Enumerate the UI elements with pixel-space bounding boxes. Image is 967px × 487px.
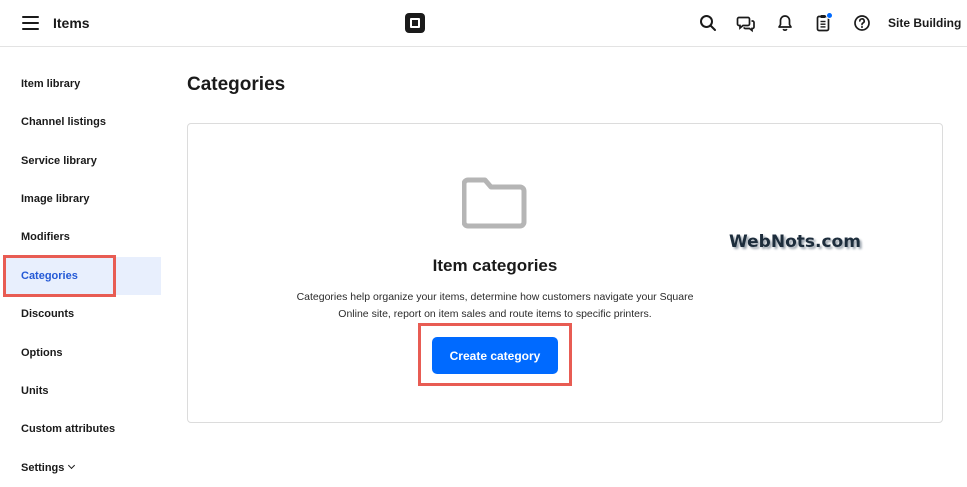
clipboard-icon[interactable] — [813, 12, 833, 33]
sidebar-item-service-library[interactable]: Service library — [0, 142, 162, 180]
notification-dot — [826, 12, 833, 19]
sidebar: Item library Channel listings Service li… — [0, 47, 162, 487]
sidebar-item-settings-label: Settings — [21, 462, 65, 474]
folder-icon — [461, 176, 528, 230]
sidebar-item-discounts[interactable]: Discounts — [0, 295, 162, 333]
watermark: WebNots.com — [729, 232, 861, 252]
sidebar-item-settings[interactable]: Settings — [0, 449, 162, 487]
chat-icon[interactable] — [736, 13, 756, 33]
empty-state-description: Categories help organize your items, det… — [296, 291, 694, 320]
create-category-button[interactable]: Create category — [432, 337, 558, 374]
sidebar-item-custom-attributes[interactable]: Custom attributes — [0, 410, 162, 448]
chevron-down-icon — [68, 461, 76, 470]
sidebar-item-item-library[interactable]: Item library — [0, 65, 162, 103]
square-logo[interactable] — [405, 13, 425, 33]
top-bar: Items Site Building — [0, 0, 967, 47]
search-icon[interactable] — [698, 13, 718, 33]
sidebar-item-modifiers[interactable]: Modifiers — [0, 218, 162, 256]
sidebar-item-units[interactable]: Units — [0, 372, 162, 410]
empty-state-heading: Item categories — [432, 256, 558, 275]
sidebar-item-image-library[interactable]: Image library — [0, 180, 162, 218]
bell-icon[interactable] — [775, 13, 795, 33]
app-title: Items — [53, 15, 90, 31]
sidebar-item-categories[interactable]: Categories — [6, 257, 161, 295]
account-menu[interactable]: Site Building — [888, 16, 961, 30]
sidebar-item-channel-listings[interactable]: Channel listings — [0, 103, 162, 141]
help-icon[interactable] — [852, 13, 872, 33]
sidebar-item-options[interactable]: Options — [0, 334, 162, 372]
menu-icon[interactable] — [22, 16, 39, 30]
page-title: Categories — [187, 74, 286, 95]
